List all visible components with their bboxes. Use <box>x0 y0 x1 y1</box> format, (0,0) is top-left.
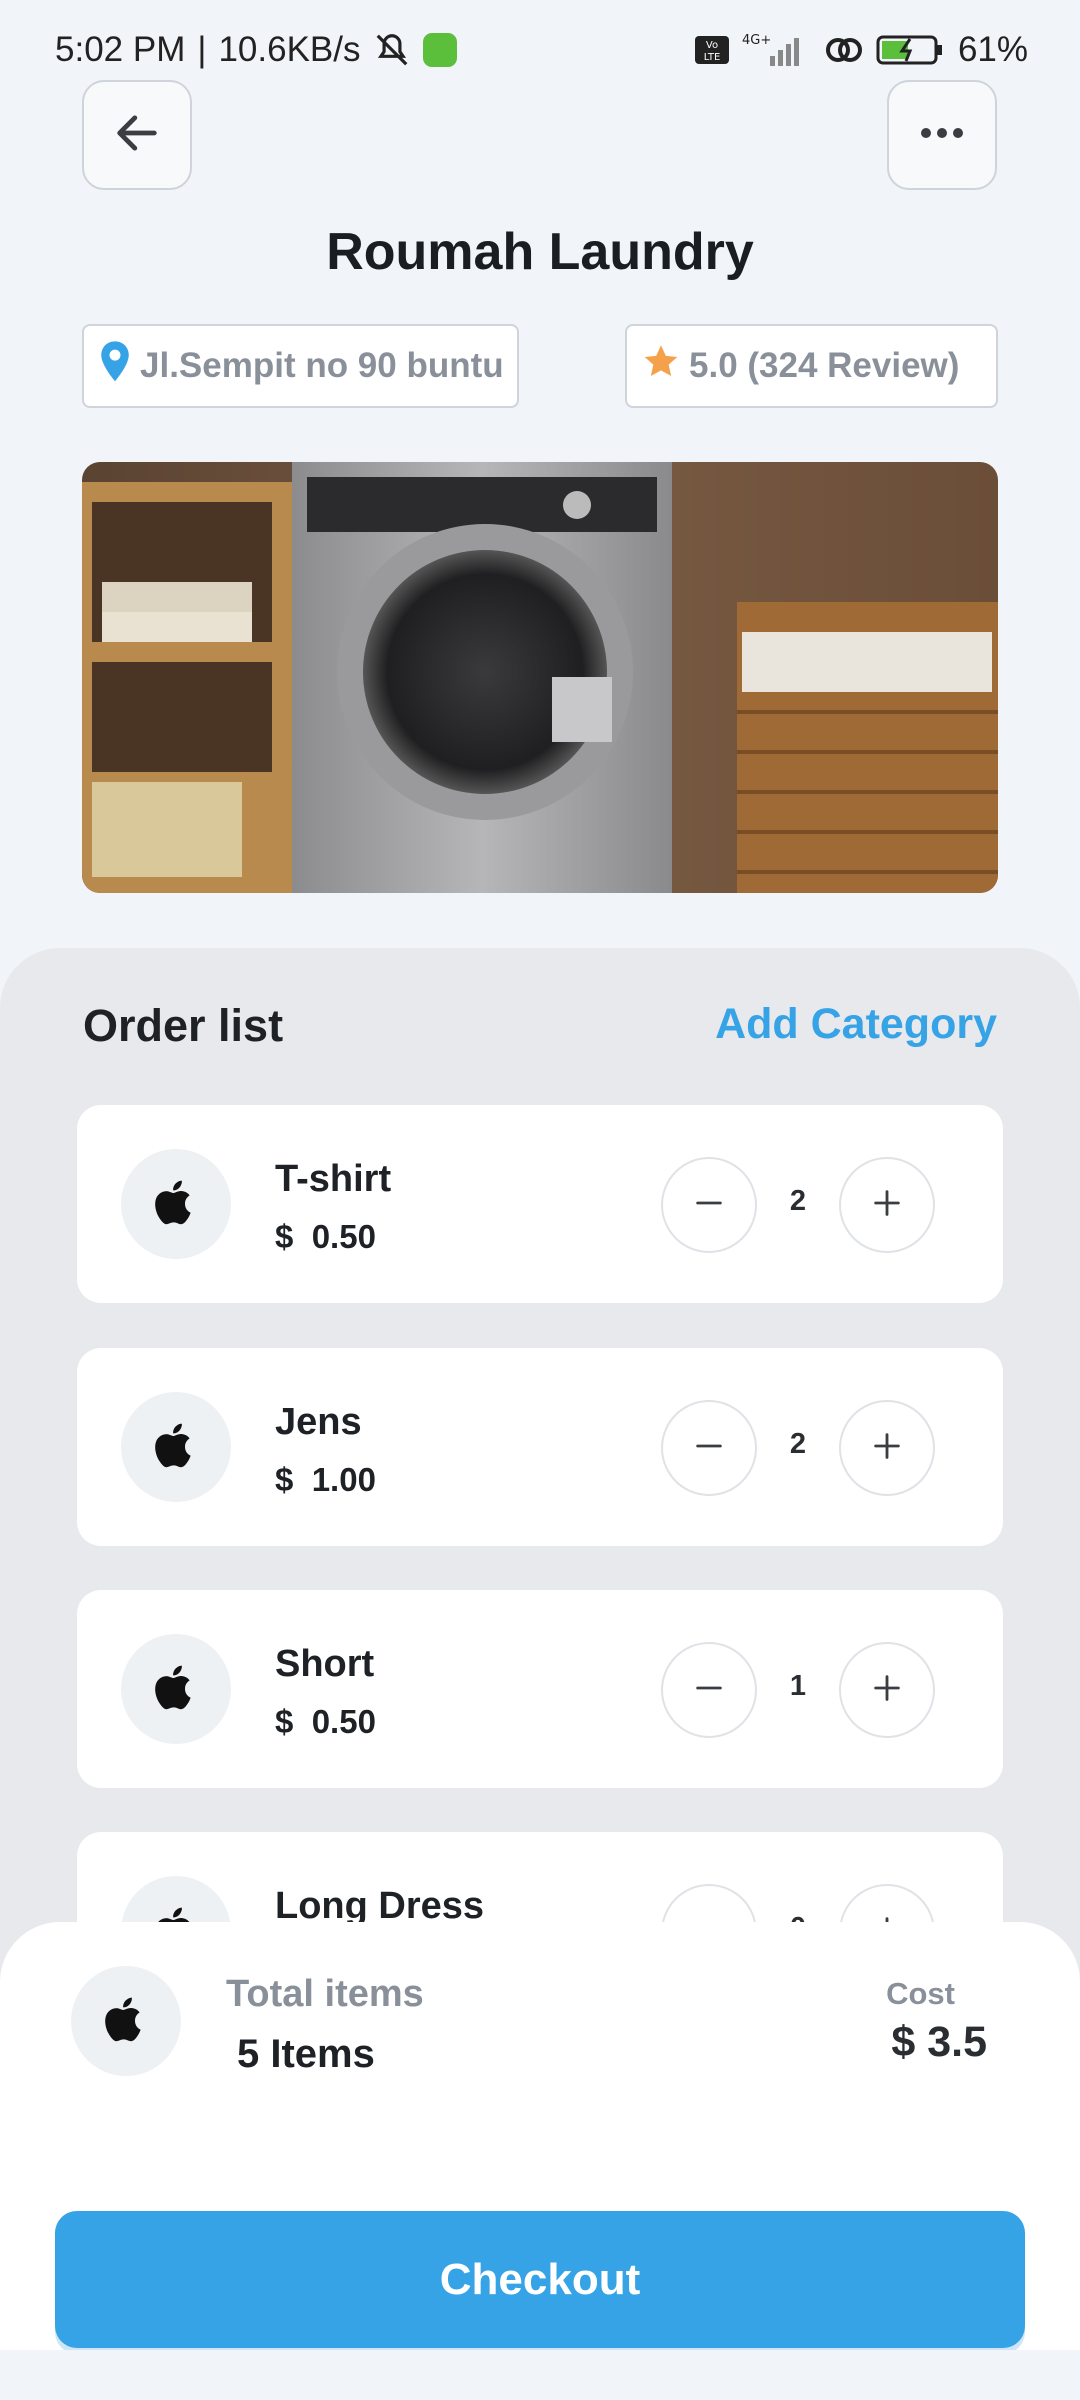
decrease-button[interactable] <box>661 1400 757 1496</box>
item-currency: $ <box>275 1218 294 1255</box>
minus-icon <box>692 1671 726 1710</box>
rating-text: 5.0 (324 Review) <box>689 346 960 385</box>
address-chip[interactable]: Jl.Sempit no 90 buntu <box>82 324 519 408</box>
order-item-card: T-shirt $ 0.50 2 <box>77 1105 1003 1303</box>
decrease-button[interactable] <box>661 1157 757 1253</box>
hotspot-icon <box>824 32 864 68</box>
quantity-stepper: 2 <box>661 1400 941 1496</box>
order-item-card: Jens $ 1.00 2 <box>77 1348 1003 1546</box>
cost-value: $ 3.5 <box>891 2018 987 2066</box>
increase-button[interactable] <box>839 1642 935 1738</box>
item-currency: $ <box>275 1703 294 1740</box>
item-price-value: 0.50 <box>311 1218 376 1255</box>
item-price-value: 1.00 <box>311 1461 376 1498</box>
more-options-button[interactable] <box>887 80 997 190</box>
rating-chip[interactable]: 5.0 (324 Review) <box>625 324 998 408</box>
item-currency: $ <box>275 1461 294 1498</box>
total-items-label: Total items <box>226 1973 424 2015</box>
plus-icon <box>870 1429 904 1468</box>
quantity-stepper: 1 <box>661 1642 941 1738</box>
plus-icon <box>870 1186 904 1225</box>
increase-button[interactable] <box>839 1400 935 1496</box>
minus-icon <box>692 1429 726 1468</box>
battery-charging-icon <box>876 32 946 68</box>
back-button[interactable] <box>82 80 192 190</box>
svg-text:Vo: Vo <box>706 40 718 51</box>
minus-icon <box>692 1186 726 1225</box>
page-title: Roumah Laundry <box>326 223 754 281</box>
muted-bell-icon <box>373 31 411 69</box>
volte-icon: Vo LTE <box>694 35 730 65</box>
quantity-stepper: 2 <box>661 1157 941 1253</box>
order-item-card: Short $ 0.50 1 <box>77 1590 1003 1788</box>
apple-icon <box>152 1417 200 1478</box>
item-price: $ 0.50 <box>275 1218 376 1256</box>
app-notification-icon <box>422 33 457 67</box>
location-pin-icon <box>98 340 132 393</box>
summary-icon-circle <box>71 1966 181 2076</box>
status-time: 5:02 PM <box>55 30 186 69</box>
laundry-photo <box>82 462 998 893</box>
item-name: Jens <box>275 1401 362 1443</box>
item-icon-circle <box>121 1392 231 1502</box>
apple-icon <box>152 1174 200 1235</box>
item-name: T-shirt <box>275 1158 392 1200</box>
item-name: Short <box>275 1643 375 1685</box>
address-text: Jl.Sempit no 90 buntu <box>140 346 504 385</box>
item-icon-circle <box>121 1634 231 1744</box>
battery-percent: 61% <box>957 30 1028 69</box>
svg-text:LTE: LTE <box>704 52 721 63</box>
apple-icon <box>152 1659 200 1720</box>
quantity-value: 2 <box>789 1185 807 1217</box>
total-items-value: 5 Items <box>237 2032 375 2076</box>
signal-icon: 4G+ <box>742 32 812 68</box>
arrow-left-icon <box>111 107 163 164</box>
checkout-button[interactable]: Checkout <box>55 2211 1025 2348</box>
add-category-link[interactable]: Add Category <box>715 1000 997 1049</box>
status-separator: | <box>197 30 207 69</box>
bottom-strip <box>0 2350 1080 2400</box>
decrease-button[interactable] <box>661 1642 757 1738</box>
increase-button[interactable] <box>839 1157 935 1253</box>
order-list-title: Order list <box>83 1000 284 1051</box>
cost-label: Cost <box>886 1976 955 2011</box>
item-icon-circle <box>121 1149 231 1259</box>
item-price: $ 1.00 <box>275 1461 376 1499</box>
more-horizontal-icon <box>916 123 968 148</box>
star-icon <box>641 342 681 391</box>
plus-icon <box>870 1671 904 1710</box>
network-type: 4G+ <box>742 33 771 48</box>
apple-icon <box>102 1991 150 2052</box>
item-price-value: 0.50 <box>311 1703 376 1740</box>
item-price: $ 0.50 <box>275 1703 376 1741</box>
status-speed: 10.6KB/s <box>218 30 361 69</box>
quantity-value: 1 <box>789 1670 807 1702</box>
quantity-value: 2 <box>789 1428 807 1460</box>
